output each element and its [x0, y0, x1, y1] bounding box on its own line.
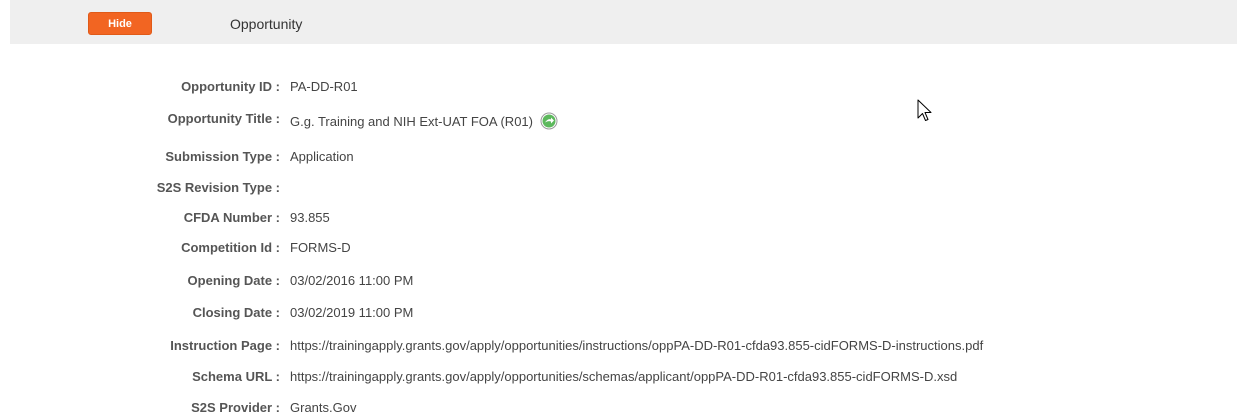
field-label: Schema URL :	[192, 368, 280, 384]
field-value-wrap: G.g. Training and NIH Ext-UAT FOA (R01)	[290, 112, 558, 130]
field-row-opportunity-title: Opportunity Title : G.g. Training and NI…	[0, 108, 1237, 130]
field-label: Competition Id :	[181, 239, 280, 255]
field-value: https://trainingapply.grants.gov/apply/o…	[290, 368, 958, 384]
field-value: 03/02/2016 11:00 PM	[290, 272, 414, 288]
field-label: CFDA Number :	[183, 209, 280, 225]
field-label: Opportunity Title :	[167, 110, 280, 126]
field-label: Submission Type :	[165, 148, 280, 164]
field-value: Application	[290, 148, 354, 164]
field-row-opportunity-id: Opportunity ID : PA-DD-R01	[0, 76, 1237, 96]
field-row-closing-date: Closing Date : 03/02/2019 11:00 PM	[0, 302, 1237, 322]
field-value: PA-DD-R01	[290, 78, 358, 94]
field-value: FORMS-D	[290, 239, 351, 255]
field-row-competition-id: Competition Id : FORMS-D	[0, 237, 1237, 257]
field-value: 03/02/2019 11:00 PM	[290, 304, 414, 320]
field-label: Opening Date :	[187, 272, 280, 288]
field-row-schema-url: Schema URL : https://trainingapply.grant…	[0, 366, 1237, 386]
field-row-s2s-revision-type: S2S Revision Type :	[0, 177, 1237, 197]
field-row-opening-date: Opening Date : 03/02/2016 11:00 PM	[0, 270, 1237, 290]
field-value: 93.855	[290, 209, 330, 225]
field-value: Grants.Gov	[290, 399, 357, 415]
section-title: Opportunity	[230, 16, 303, 32]
field-label: Closing Date :	[192, 304, 280, 320]
field-row-cfda-number: CFDA Number : 93.855	[0, 207, 1237, 227]
section-header	[10, 0, 1237, 44]
field-row-instruction-page: Instruction Page : https://trainingapply…	[0, 335, 1237, 355]
field-row-s2s-provider: S2S Provider : Grants.Gov	[0, 397, 1237, 417]
field-label: S2S Revision Type :	[156, 179, 280, 195]
field-label: Instruction Page :	[170, 337, 280, 353]
field-row-submission-type: Submission Type : Application	[0, 146, 1237, 166]
go-arrow-icon[interactable]	[540, 112, 558, 130]
field-label: Opportunity ID :	[181, 78, 280, 94]
mouse-cursor-icon	[917, 99, 933, 123]
field-value: G.g. Training and NIH Ext-UAT FOA (R01)	[290, 114, 533, 129]
hide-button[interactable]: Hide	[88, 12, 152, 35]
field-label: S2S Provider :	[191, 399, 280, 415]
field-value: https://trainingapply.grants.gov/apply/o…	[290, 337, 984, 353]
